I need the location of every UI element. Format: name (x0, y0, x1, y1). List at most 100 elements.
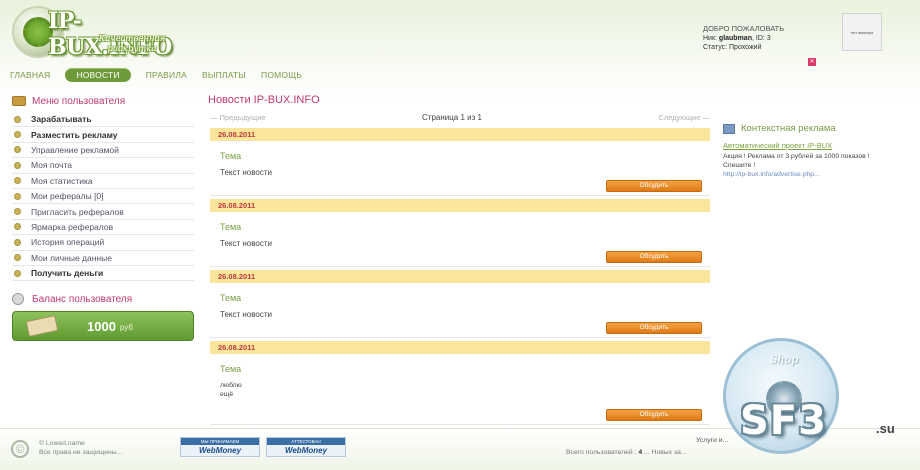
nav-item-5[interactable]: ПОМОЩЬ (261, 68, 302, 82)
news-topic[interactable]: Тема (220, 222, 710, 232)
user-menu-title: Меню пользователя (12, 94, 125, 108)
sidebar-item-label: Ярмарка рефералов (31, 221, 114, 232)
welcome-title: ДОБРО ПОЖАЛОВАТЬ (703, 24, 785, 33)
copyright-text: © Lowed.name Все права не защищены... (39, 440, 123, 456)
sidebar-item[interactable]: История операций (12, 235, 194, 251)
webmoney-accept-badge[interactable]: МЫ ПРИНИМАЕМ WebMoney (180, 437, 260, 457)
ads-title: Контекстная реклама (723, 123, 836, 134)
coin-icon (12, 293, 24, 305)
bullet-icon (14, 223, 21, 231)
sidebar-item[interactable]: Моя статистика (12, 174, 194, 189)
news-date: 26.08.2011 (210, 128, 710, 141)
close-icon[interactable]: ✕ (808, 58, 816, 66)
bullet-icon (14, 161, 21, 169)
user-status: Статус: Прохожий (703, 44, 762, 51)
divider (210, 266, 710, 267)
page-title: Новости IP-BUX.INFO (208, 94, 320, 106)
sidebar-item[interactable]: Мои личные данные (12, 251, 194, 266)
news-text: Текст новости (220, 310, 710, 320)
news-topic[interactable]: Тема (220, 151, 710, 161)
news-date: 26.08.2011 (210, 341, 710, 354)
bullet-icon (14, 115, 21, 123)
sidebar-item[interactable]: Зарабатывать (12, 112, 194, 128)
sidebar-item-label: Разместить рекламу (31, 129, 118, 140)
bullet-icon (14, 238, 21, 246)
folder-icon (12, 96, 26, 106)
sidebar-item[interactable]: Получить деньги (12, 266, 194, 282)
nav-item-2[interactable]: НОВОСТИ (65, 68, 131, 82)
discuss-button[interactable]: Обсудить (606, 180, 702, 192)
news-text-line: Текст новости (220, 310, 272, 319)
nav-item-4[interactable]: ВЫПЛАТЫ (202, 68, 246, 82)
pager-prev-link[interactable]: — Предыдущие (210, 113, 266, 122)
sidebar-item-label: Пригласить рефералов (31, 206, 124, 217)
discuss-button[interactable]: Обсудить (606, 322, 702, 334)
sidebar-item[interactable]: Моя почта (12, 158, 194, 174)
nav-item-1[interactable]: ГЛАВНАЯ (10, 68, 50, 82)
balance-amount: 1000 (87, 318, 116, 334)
discuss-button[interactable]: Обсудить (606, 251, 702, 263)
sidebar-item[interactable]: Управление рекламой (12, 143, 194, 159)
sidebar-item[interactable]: Ярмарка рефералов (12, 220, 194, 236)
sidebar-item-label: Мои личные данные (31, 252, 112, 263)
balance-box: 1000 руб (12, 311, 194, 341)
pager-next-link[interactable]: Следующие — (658, 113, 710, 122)
ads-icon (723, 123, 735, 134)
news-topic[interactable]: Тема (220, 364, 710, 374)
sidebar-item[interactable]: Разместить рекламу (12, 127, 194, 143)
news-item: 26.08.2011 Тема Текст новости Обсудить (210, 270, 710, 334)
pager: — Предыдущие Страница 1 из 1 Следующие — (210, 113, 710, 125)
sidebar-item[interactable]: Мои рефералы [0] (12, 189, 194, 205)
discuss-button[interactable]: Обсудить (606, 409, 702, 421)
watermark: SF3 (740, 398, 827, 444)
divider (210, 337, 710, 338)
news-text: Текст новости (220, 168, 710, 178)
watermark-suffix: .su (876, 421, 895, 436)
ad-url[interactable]: http://ip-bux.info/advertise.php... (723, 171, 820, 178)
ad-text: Акция ! Реклама от 3 рублей за 1000 пока… (723, 153, 870, 169)
sidebar-item-label: Зарабатывать (31, 114, 92, 125)
user-menu: Зарабатывать Разместить рекламу Управление… (12, 112, 194, 282)
news-text-line: Текст новости (220, 239, 272, 248)
balance-currency: руб (119, 323, 133, 332)
money-icon (25, 315, 59, 337)
news-text: люблю ещё (220, 381, 710, 399)
sidebar-item[interactable]: Пригласить рефералов (12, 204, 194, 220)
news-date: 26.08.2011 (210, 199, 710, 212)
badge-word: Shop (770, 353, 799, 366)
username: glaubman (718, 34, 752, 42)
sidebar-item-label: Управление рекламой (31, 144, 119, 155)
bullet-icon (14, 131, 21, 139)
bullet-icon (14, 146, 21, 154)
footer-user-stats: Всего пользователей : 4 ... Новых за... (566, 449, 687, 456)
copyright-icon: © (11, 440, 29, 458)
news-text-line: Текст новости (220, 168, 272, 177)
sidebar-item-label: Получить деньги (31, 268, 104, 279)
news-item: 26.08.2011 Тема люблю ещё Обсудить (210, 341, 710, 421)
divider (210, 195, 710, 196)
news-date: 26.08.2011 (210, 270, 710, 283)
bullet-icon (14, 208, 21, 216)
news-topic[interactable]: Тема (220, 293, 710, 303)
sidebar-item-label: Моя почта (31, 160, 72, 171)
site-logo[interactable]: IP-BUX.INFO Качественная раскрутка (12, 6, 202, 60)
bullet-icon (14, 254, 21, 262)
bullet-icon (14, 177, 21, 185)
footer-services[interactable]: Услуги и... (696, 437, 728, 444)
sidebar-item-label: История операций (31, 237, 105, 248)
sidebar-item-label: Мои рефералы [0] (31, 191, 104, 202)
news-text-line: ещё (220, 391, 234, 398)
avatar[interactable]: нет аватара (842, 13, 882, 51)
balance-title: Баланс пользователя (12, 292, 132, 306)
user-line: Ник: glaubman, ID: 3 (703, 34, 771, 42)
bullet-icon (14, 192, 21, 200)
news-item: 26.08.2011 Тема Текст новости Обсудить (210, 199, 710, 263)
nav-item-3[interactable]: ПРАВИЛА (146, 68, 187, 82)
news-text: Текст новости (220, 239, 710, 249)
logo-tagline: Качественная раскрутка (98, 34, 166, 54)
news-text-line: люблю (220, 382, 242, 389)
bullet-icon (14, 269, 21, 277)
ad-link[interactable]: Автоматический проект IP-BUX (723, 141, 832, 150)
welcome-panel: ДОБРО ПОЖАЛОВАТЬ Ник: glaubman, ID: 3 Ст… (703, 24, 784, 53)
webmoney-attested-badge[interactable]: АТТЕСТОВАН WebMoney (266, 437, 346, 457)
